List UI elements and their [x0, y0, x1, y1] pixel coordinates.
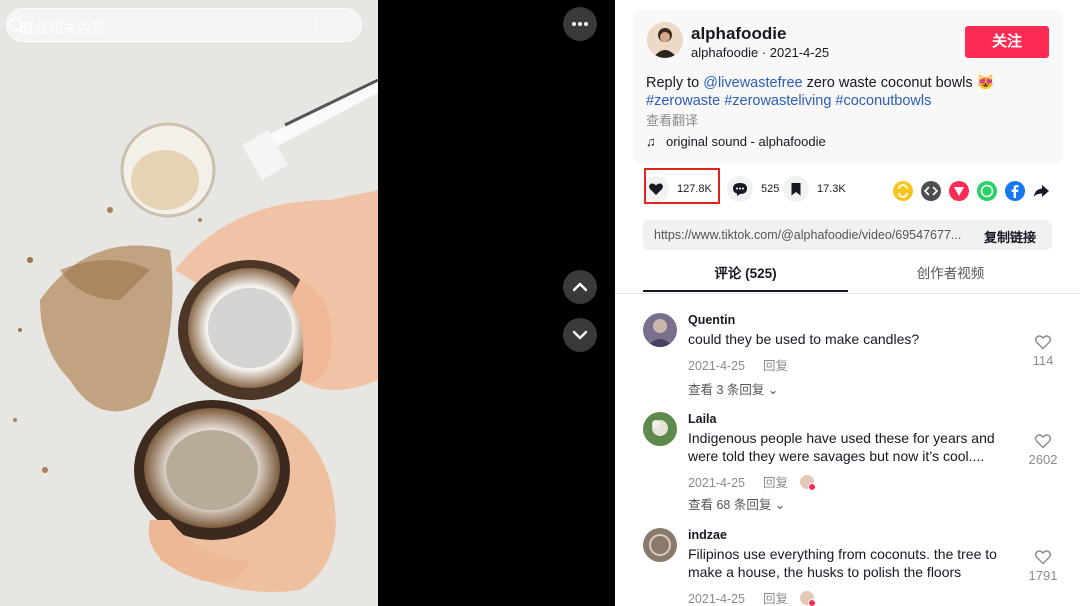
tab-comments[interactable]: 评论 (525) [643, 262, 848, 292]
comment-text: could they be used to make candles? [688, 331, 920, 347]
comment-meta: 2021-4-25 回复 [688, 355, 788, 374]
previous-video-button[interactable] [563, 270, 597, 304]
save-count: 17.3K [817, 183, 846, 195]
comment-item: Quentin could they be used to make candl… [643, 313, 1063, 398]
tabs-divider [615, 293, 1080, 294]
avatar-image [643, 528, 677, 562]
comment-like-count: 2602 [1028, 452, 1058, 467]
author-avatar[interactable] [647, 22, 683, 58]
heart-outline-icon [1034, 335, 1052, 350]
save-icon-wrap [783, 176, 809, 202]
comment-text: Filipinos use everything from coconuts. … [688, 546, 997, 580]
comment-like-button[interactable]: 114 [1023, 334, 1063, 368]
search-icon[interactable] [7, 16, 27, 36]
chevron-up-icon [572, 282, 588, 292]
creator-liked-icon [800, 591, 817, 606]
commenter-name[interactable]: Quentin [688, 313, 735, 327]
music-link[interactable]: ♫ original sound - alphafoodie [646, 134, 826, 149]
comment-like-button[interactable]: 2602 [1023, 433, 1063, 467]
next-video-button[interactable] [563, 318, 597, 352]
share-arrow-glyph [1034, 185, 1049, 197]
comment-item: indzae Filipinos use everything from coc… [643, 528, 1063, 606]
video-url[interactable]: https://www.tiktok.com/@alphafoodie/vide… [654, 228, 974, 242]
paper-plane-glyph [954, 187, 964, 196]
video-player[interactable]: 查找相关内容 [0, 0, 378, 606]
send-icon[interactable] [949, 181, 969, 201]
copy-link-button[interactable]: 复制链接 [984, 227, 1036, 246]
commenter-avatar[interactable] [643, 313, 677, 347]
code-glyph [923, 186, 939, 196]
commenter-avatar[interactable] [643, 412, 677, 446]
commenter-name[interactable]: Laila [688, 412, 717, 426]
comment-icon-wrap [727, 176, 753, 202]
creator-liked-icon [800, 475, 817, 491]
hashtag-zerowasteliving[interactable]: #zerowasteliving [724, 93, 831, 109]
avatar-image [647, 22, 683, 58]
commenter-avatar[interactable] [643, 528, 677, 562]
translate-link[interactable]: 查看翻译 [646, 110, 698, 129]
search-input[interactable]: 查找相关内容 [6, 8, 362, 42]
avatar-image [643, 313, 677, 347]
description-card: alphafoodie alphafoodie · 2021-4-25 关注 R… [633, 10, 1063, 163]
active-tab-indicator [643, 290, 848, 292]
video-frame-image [0, 0, 378, 606]
music-note-icon: ♫ [646, 134, 656, 149]
reply-button[interactable]: 回复 [763, 359, 788, 373]
bookmark-icon [791, 183, 801, 196]
comment-date: 2021-4-25 [688, 592, 745, 606]
whatsapp-icon[interactable] [977, 181, 997, 201]
heart-outline-icon [1034, 434, 1052, 449]
search-placeholder: 查找相关内容 [21, 20, 105, 36]
comment-icon [733, 183, 747, 196]
comment-count: 525 [761, 183, 780, 195]
comment-date: 2021-4-25 [688, 359, 745, 373]
comment-meta: 2021-4-25 回复 [688, 472, 817, 491]
embed-icon[interactable] [921, 181, 941, 201]
chevron-down-icon: ⌄ [774, 498, 786, 512]
reply-button[interactable]: 回复 [763, 592, 788, 606]
like-highlight-box [644, 168, 720, 204]
video-caption: Reply to @livewastefree zero waste cocon… [646, 74, 1046, 110]
comment-like-button[interactable]: 1791 [1023, 549, 1063, 583]
chevron-down-icon [572, 330, 588, 340]
avatar-image [643, 412, 677, 446]
comment-text: Indigenous people have used these for ye… [688, 430, 995, 464]
chevron-down-icon: ⌄ [767, 383, 779, 397]
facebook-glyph [1011, 185, 1019, 198]
facebook-icon[interactable] [1005, 181, 1025, 201]
more-options-button[interactable] [563, 7, 597, 41]
heart-outline-icon [1034, 550, 1052, 565]
share-arrow-icon[interactable] [1031, 181, 1051, 201]
follow-button[interactable]: 关注 [965, 26, 1049, 58]
repost-icon[interactable] [893, 181, 913, 201]
hashtag-zerowaste[interactable]: #zerowaste [646, 93, 720, 109]
caption-prefix: Reply to [646, 75, 704, 91]
video-detail-panel: alphafoodie alphafoodie · 2021-4-25 关注 R… [615, 0, 1080, 606]
comment-item: Laila Indigenous people have used these … [643, 412, 1063, 512]
repost-glyph [898, 184, 908, 198]
commenter-name[interactable]: indzae [688, 528, 727, 542]
view-replies-button[interactable]: 查看 68 条回复 ⌄ [688, 494, 785, 513]
caption-mention[interactable]: @livewastefree [703, 75, 802, 91]
view-replies-label: 查看 68 条回复 [688, 498, 772, 512]
comment-date: 2021-4-25 [688, 476, 745, 490]
ellipsis-icon [572, 22, 588, 26]
comment-like-count: 114 [1032, 353, 1054, 368]
music-label: original sound - alphafoodie [666, 134, 826, 149]
author-name[interactable]: alphafoodie [691, 24, 786, 44]
comment-meta: 2021-4-25 回复 [688, 588, 817, 606]
caption-text: zero waste coconut bowls 😻 [802, 75, 995, 91]
hashtag-coconutbowls[interactable]: #coconutbowls [835, 93, 931, 109]
whatsapp-glyph [980, 184, 994, 198]
reply-button[interactable]: 回复 [763, 476, 788, 490]
comment-tabs: 评论 (525) 创作者视频 [643, 262, 1063, 294]
tab-creator-videos[interactable]: 创作者视频 [848, 262, 1053, 292]
author-handle-date: alphafoodie · 2021-4-25 [691, 45, 830, 60]
view-replies-button[interactable]: 查看 3 条回复 ⌄ [688, 379, 778, 398]
view-replies-label: 查看 3 条回复 [688, 383, 765, 397]
copy-link-row: https://www.tiktok.com/@alphafoodie/vide… [643, 220, 1052, 250]
search-divider [316, 17, 317, 35]
comment-like-count: 1791 [1028, 568, 1058, 583]
